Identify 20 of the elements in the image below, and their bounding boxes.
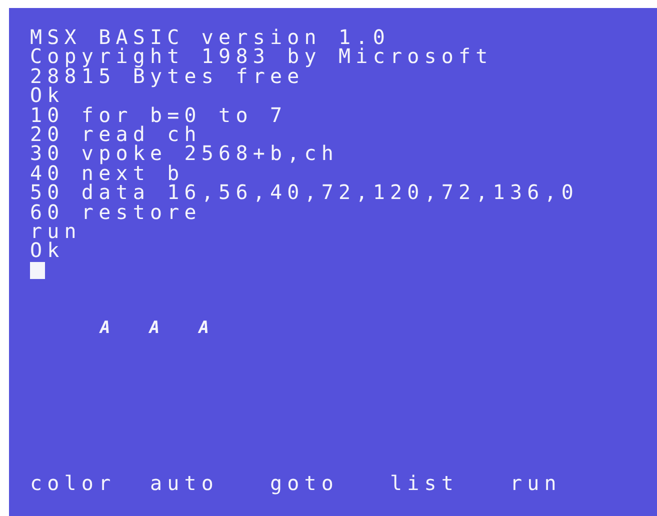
function-key-label: auto xyxy=(150,474,220,494)
custom-character: A xyxy=(100,318,116,338)
basic-text-line: 60 restore xyxy=(30,202,202,222)
basic-text-line: 50 data 16,56,40,72,120,72,136,0 xyxy=(30,183,579,203)
basic-text-line: 20 read ch xyxy=(30,124,202,144)
basic-text-line: Ok xyxy=(30,86,64,106)
function-key-label: color xyxy=(30,474,117,494)
basic-text-line: MSX BASIC version 1.0 xyxy=(30,28,390,48)
basic-text-line: 30 vpoke 2568+b,ch xyxy=(30,144,339,164)
function-key-label: list xyxy=(390,474,460,494)
basic-text-line: Copyright 1983 by Microsoft xyxy=(30,47,493,67)
basic-text-line: Ok xyxy=(30,241,64,261)
basic-text-line: 40 next b xyxy=(30,164,184,184)
custom-character: A xyxy=(149,318,165,338)
basic-text-line: 10 for b=0 to 7 xyxy=(30,106,288,125)
basic-text-line: run xyxy=(30,222,82,242)
function-key-label: run xyxy=(510,474,562,494)
custom-character: A xyxy=(198,318,214,338)
basic-text-line: 28815 Bytes free xyxy=(30,66,304,86)
function-key-label: goto xyxy=(270,474,340,494)
